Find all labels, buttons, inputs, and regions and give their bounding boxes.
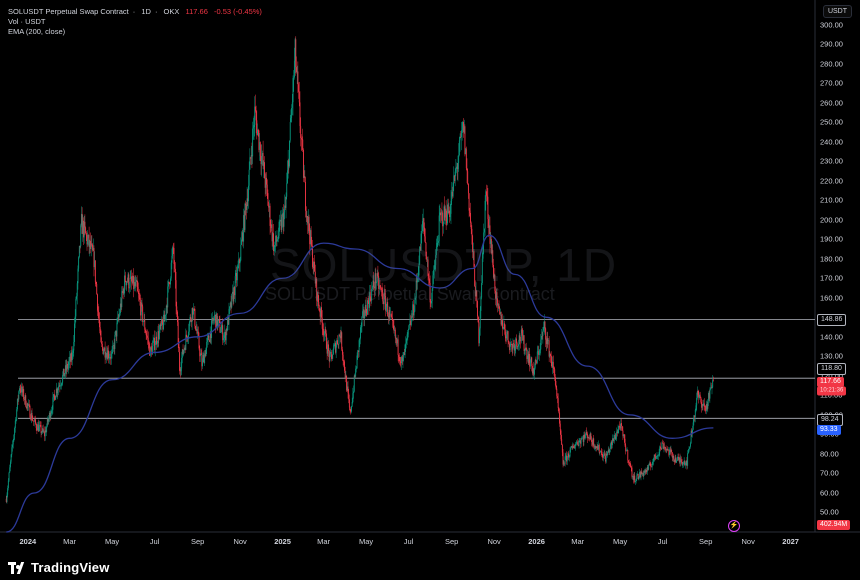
bar-countdown-label: 10:21:36 [817,386,847,396]
time-tick-label: 2026 [528,537,545,546]
time-tick-label: 2025 [274,537,291,546]
candle [452,181,454,198]
footer-bar: TradingView [0,556,860,580]
level-label-148: 148.86 [817,314,847,326]
time-tick-label: Nov [233,537,247,546]
candle [289,140,290,169]
interval-label[interactable]: 1D [141,7,151,16]
time-tick-label: Jul [657,537,668,546]
tradingview-logo-icon [8,561,26,574]
candle [80,223,82,249]
price-tick-label: 260.00 [820,98,843,108]
time-tick-label: Mar [571,537,585,546]
time-tick-label: Mar [317,537,331,546]
candle [278,219,280,239]
price-tick-label: 140.00 [820,332,843,342]
price-tick-label: 280.00 [820,59,843,69]
candle [231,293,233,309]
price-tick-label: 200.00 [820,215,843,225]
price-tick-label: 60.00 [820,488,839,498]
last-price-label: 117.66 [817,377,844,387]
price-tick-label: 270.00 [820,78,843,88]
price-tick-label: 130.00 [820,351,843,361]
exchange-label: OKX [163,7,180,16]
volume-legend[interactable]: Vol · USDT [8,17,46,27]
candle [590,432,592,441]
candle [29,404,31,418]
time-tick-label: Jul [149,537,160,546]
tradingview-brand: TradingView [31,560,110,575]
price-tick-label: 180.00 [820,254,843,264]
candle [477,315,479,323]
price-tick-label: 70.00 [820,468,839,478]
currency-button[interactable]: USDT [822,5,852,18]
time-tick-label: Nov [487,537,501,546]
time-tick-label: Jul [403,537,414,546]
time-tick-label: Mar [63,537,77,546]
time-tick-label: Nov [741,537,755,546]
candle [621,425,623,431]
lightning-event-icon[interactable]: ⚡ [728,520,740,532]
candle [560,429,562,441]
price-tick-label: 160.00 [820,293,843,303]
watermark-description: SOLUSDT Perpetual Swap Contract [265,284,555,304]
time-tick-label: May [613,537,628,546]
candle [205,347,207,357]
candle [244,202,246,233]
candle [78,245,80,259]
price-tick-label: 190.00 [820,234,843,244]
price-tick-label: 210.00 [820,195,843,205]
time-tick-label: Sep [445,537,459,546]
candle [170,260,172,281]
time-tick-label: May [104,537,120,546]
price-tick-label: 170.00 [820,273,843,283]
price-tick-label: 290.00 [820,39,843,49]
price-tick-label: 240.00 [820,137,843,147]
candle [85,226,87,234]
symbol-name[interactable]: SOLUSDT Perpetual Swap Contract [8,7,129,16]
price-tick-label: 300.00 [820,20,843,30]
price-tick-label: 220.00 [820,176,843,186]
price-tick-label: 250.00 [820,117,843,127]
tradingview-logo[interactable]: TradingView [8,560,110,575]
price-tick-label: 50.00 [820,507,839,517]
time-tick-label: Sep [190,537,205,546]
candle [465,146,467,170]
time-tick-label: 2024 [19,537,37,546]
price-tick-label: 80.00 [820,449,839,459]
symbol-legend[interactable]: SOLUSDT Perpetual Swap Contract · 1D · OKX… [8,7,266,17]
volume-label: 402.94M [817,520,851,530]
price-change-readout: -0.53 (-0.45%) [213,7,262,16]
ema-price-label: 93.33 [817,425,841,435]
candle [479,326,480,347]
candle [8,471,10,483]
level-label-118: 118.80 [817,363,846,375]
last-price-readout: 117.66 [185,7,208,16]
time-tick-label: May [358,537,374,546]
ema-legend[interactable]: EMA (200, close) [8,27,65,37]
price-tick-label: 230.00 [820,156,843,166]
candle [558,407,560,414]
candle [100,329,102,343]
candle [341,330,343,352]
candle [55,395,57,400]
time-tick-label: Sep [699,537,713,546]
time-tick-label: 2027 [782,537,799,546]
candle [194,306,196,329]
chart-area[interactable]: SOLUSDT.P, 1D SOLUSDT Perpetual Swap Con… [0,0,860,580]
